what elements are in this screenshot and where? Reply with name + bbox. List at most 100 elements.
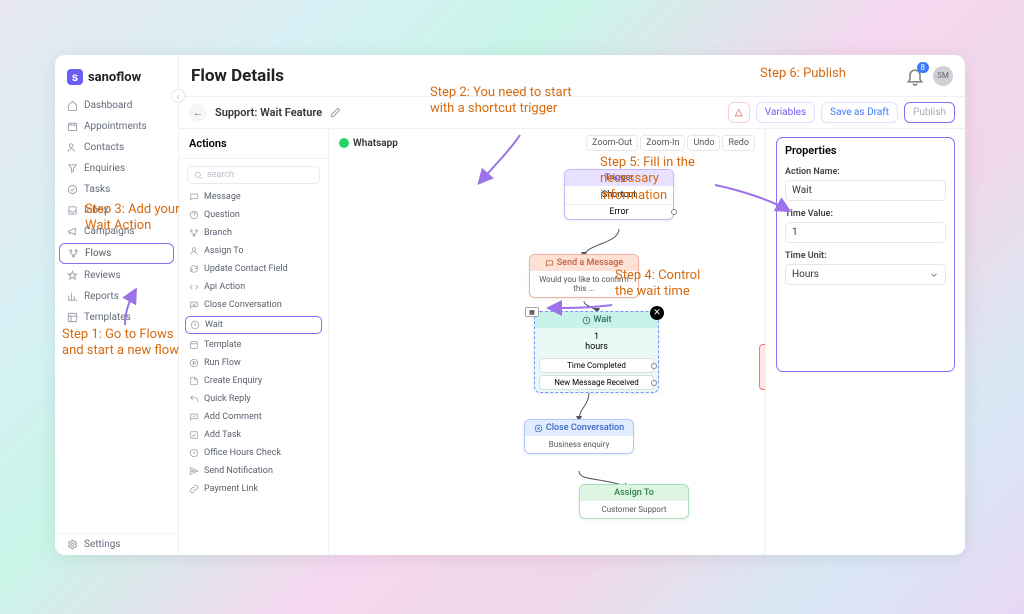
node-trigger-title: Trigger bbox=[565, 170, 673, 186]
node-delete-icon[interactable]: ✕ bbox=[650, 306, 664, 320]
node-assign-to[interactable]: Assign To Customer Support bbox=[579, 484, 689, 519]
megaphone-icon bbox=[67, 226, 78, 237]
undo-button[interactable]: Undo bbox=[687, 135, 720, 151]
whatsapp-icon bbox=[339, 138, 349, 148]
sidebar-item-dashboard[interactable]: Dashboard bbox=[55, 95, 178, 116]
action-wait[interactable]: Wait bbox=[185, 316, 322, 334]
action-branch[interactable]: Branch bbox=[179, 224, 328, 242]
brand: s sanoflow bbox=[55, 65, 178, 95]
flow-name: Support: Wait Feature bbox=[215, 106, 322, 119]
action-search[interactable]: search bbox=[187, 166, 320, 184]
action-payment-link[interactable]: Payment Link bbox=[179, 480, 328, 498]
layout-icon bbox=[67, 312, 78, 323]
filter-icon bbox=[67, 163, 78, 174]
brand-name: sanoflow bbox=[88, 70, 141, 85]
branch2-icon bbox=[189, 228, 199, 238]
time-unit-label: Time Unit: bbox=[785, 251, 946, 261]
variables-button[interactable]: Variables bbox=[756, 102, 815, 123]
link-icon bbox=[189, 484, 199, 494]
inbox-icon bbox=[67, 205, 78, 216]
flow-canvas[interactable]: Whatsapp Zoom-Out Zoom-In Undo Redo bbox=[329, 129, 765, 555]
warning-button[interactable]: △ bbox=[728, 102, 750, 123]
node-send-body: Would you like to confirm this ... bbox=[530, 271, 638, 297]
zoom-in-button[interactable]: Zoom-In bbox=[640, 135, 685, 151]
save-draft-button[interactable]: Save as Draft bbox=[821, 102, 898, 123]
action-create-enquiry[interactable]: Create Enquiry bbox=[179, 372, 328, 390]
gear-icon bbox=[67, 539, 78, 550]
avatar[interactable]: SM bbox=[933, 66, 953, 86]
time-value-input[interactable] bbox=[785, 222, 946, 243]
reply-icon bbox=[189, 394, 199, 404]
properties-panel: Properties Action Name: Time Value: Time… bbox=[765, 129, 965, 555]
sidebar-item-reports[interactable]: Reports bbox=[55, 286, 178, 307]
time-value-label: Time Value: bbox=[785, 209, 946, 219]
port[interactable] bbox=[671, 209, 677, 215]
action-assign-to[interactable]: Assign To bbox=[179, 242, 328, 260]
clock-icon bbox=[190, 320, 200, 330]
channel-label: Whatsapp bbox=[339, 138, 398, 149]
collapse-sidebar-button[interactable]: ‹ bbox=[171, 89, 185, 103]
port[interactable] bbox=[651, 363, 657, 369]
time-unit-select[interactable]: Hours bbox=[785, 264, 946, 285]
node-trigger[interactable]: Trigger Shortcut Error bbox=[564, 169, 674, 220]
node-close-conversation[interactable]: Close Conversation Business enquiry bbox=[524, 419, 634, 454]
sidebar-item-reviews[interactable]: Reviews bbox=[55, 265, 178, 286]
action-close-conversation[interactable]: Close Conversation bbox=[179, 296, 328, 314]
back-button[interactable]: ← bbox=[189, 104, 207, 122]
redo-button[interactable]: Redo bbox=[722, 135, 755, 151]
canvas-header: Whatsapp Zoom-Out Zoom-In Undo Redo bbox=[329, 129, 765, 157]
task-icon bbox=[189, 430, 199, 440]
port[interactable] bbox=[651, 380, 657, 386]
message-icon bbox=[189, 192, 199, 202]
calendar-icon bbox=[67, 121, 78, 132]
close2-icon bbox=[534, 424, 543, 433]
sidebar-item-flows[interactable]: Flows bbox=[59, 243, 174, 264]
subheader: ← Support: Wait Feature △ Variables Save… bbox=[179, 97, 965, 129]
node-trigger-error: Error bbox=[565, 204, 673, 219]
notifications-button[interactable]: 8 bbox=[905, 66, 925, 86]
sidebar-item-tasks[interactable]: Tasks bbox=[55, 179, 178, 200]
action-run-flow[interactable]: Run Flow bbox=[179, 354, 328, 372]
workspace: Actions search Message Question Branch A… bbox=[179, 129, 965, 555]
action-quick-reply[interactable]: Quick Reply bbox=[179, 390, 328, 408]
action-name-input[interactable] bbox=[785, 180, 946, 201]
action-add-comment[interactable]: Add Comment bbox=[179, 408, 328, 426]
sidebar-item-inbox[interactable]: Inbox bbox=[55, 200, 178, 221]
node-wait[interactable]: ▦ ✕ Wait 1hours Time Completed New Messa… bbox=[534, 311, 659, 393]
page-title: Flow Details bbox=[191, 66, 284, 86]
zoom-out-button[interactable]: Zoom-Out bbox=[586, 135, 638, 151]
clock2-icon bbox=[189, 448, 199, 458]
note-icon bbox=[189, 376, 199, 386]
node-wait-row1: Time Completed bbox=[539, 358, 654, 373]
action-question[interactable]: Question bbox=[179, 206, 328, 224]
sidebar-item-templates[interactable]: Templates bbox=[55, 307, 178, 328]
action-message[interactable]: Message bbox=[179, 188, 328, 206]
action-list: Message Question Branch Assign To Update… bbox=[179, 188, 328, 555]
send-icon bbox=[189, 466, 199, 476]
action-template[interactable]: Template bbox=[179, 336, 328, 354]
action-office-hours[interactable]: Office Hours Check bbox=[179, 444, 328, 462]
question-icon bbox=[189, 210, 199, 220]
node-close-title: Close Conversation bbox=[525, 420, 633, 436]
sidebar-item-settings[interactable]: Settings bbox=[55, 534, 178, 555]
sidebar-item-appointments[interactable]: Appointments bbox=[55, 116, 178, 137]
edit-icon[interactable] bbox=[330, 107, 341, 118]
action-add-task[interactable]: Add Task bbox=[179, 426, 328, 444]
app-window: s sanoflow Dashboard Appointments Contac… bbox=[55, 55, 965, 555]
sidebar-item-campaigns[interactable]: Campaigns bbox=[55, 221, 178, 242]
node-close-body: Business enquiry bbox=[525, 436, 633, 453]
action-update-contact[interactable]: Update Contact Field bbox=[179, 260, 328, 278]
user-icon bbox=[189, 246, 199, 256]
actions-panel: Actions search Message Question Branch A… bbox=[179, 129, 329, 555]
branch-icon bbox=[68, 248, 79, 259]
refresh-icon bbox=[189, 264, 199, 274]
template-icon bbox=[189, 340, 199, 350]
publish-button[interactable]: Publish bbox=[904, 102, 955, 123]
sidebar-item-contacts[interactable]: Contacts bbox=[55, 137, 178, 158]
node-send-message[interactable]: Send a Message Would you like to confirm… bbox=[529, 254, 639, 298]
sidebar-item-enquiries[interactable]: Enquiries bbox=[55, 158, 178, 179]
action-send-notification[interactable]: Send Notification bbox=[179, 462, 328, 480]
node-send-title: Send a Message bbox=[530, 255, 638, 271]
action-api[interactable]: Api Action bbox=[179, 278, 328, 296]
home-icon bbox=[67, 100, 78, 111]
